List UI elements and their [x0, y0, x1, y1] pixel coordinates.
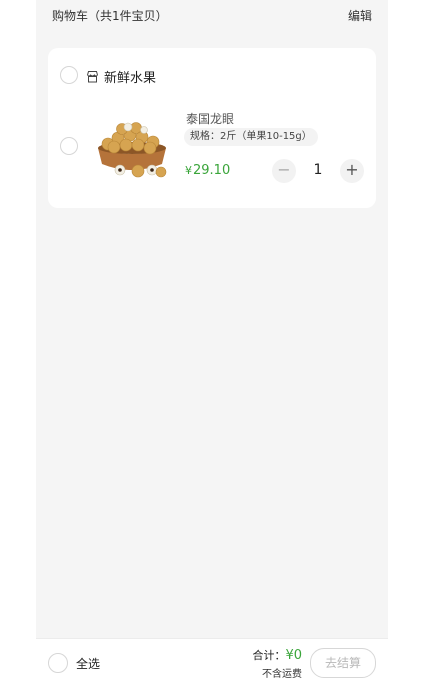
- product-spec[interactable]: 规格：2斤（单果10-15g）: [184, 128, 318, 146]
- product-image[interactable]: [92, 118, 172, 180]
- quantity-value[interactable]: 1: [308, 162, 328, 178]
- checkout-bar: 全选 合计：¥0 不含运费 去结算: [36, 638, 388, 681]
- edit-button[interactable]: 编辑: [348, 7, 372, 24]
- shop-name[interactable]: 新鲜水果: [104, 67, 156, 86]
- cart-header: 购物车（共1件宝贝） 编辑: [36, 0, 388, 30]
- shipping-note: 不含运费: [262, 669, 302, 680]
- total-label: 合计：: [252, 649, 286, 662]
- decrease-button[interactable]: −: [272, 159, 296, 183]
- total-summary: 合计：¥0 不含运费: [252, 647, 302, 680]
- quantity-stepper: − 1 +: [272, 158, 364, 184]
- item-select-radio[interactable]: [60, 137, 78, 155]
- checkout-button[interactable]: 去结算: [310, 648, 376, 678]
- product-name[interactable]: 泰国龙眼: [186, 110, 234, 127]
- cart-title: 购物车（共1件宝贝）: [52, 9, 168, 23]
- shop-select-radio[interactable]: [60, 66, 78, 84]
- select-all-radio[interactable]: [48, 653, 68, 673]
- total-line: 合计：¥0: [252, 647, 302, 663]
- total-value: ¥0: [285, 648, 302, 663]
- product-price: ¥29.10: [185, 163, 230, 178]
- increase-button[interactable]: +: [340, 159, 364, 183]
- cart-page: 购物车（共1件宝贝） 编辑 新鲜水果 泰国龙眼 规格：2斤（单果10-15g） …: [36, 0, 388, 681]
- price-currency: ¥: [185, 164, 192, 177]
- select-all-label[interactable]: 全选: [76, 655, 100, 672]
- shop-card: 新鲜水果 泰国龙眼 规格：2斤（单果10-15g） ¥29.10 − 1 +: [48, 48, 376, 208]
- store-icon: [86, 68, 99, 83]
- price-value: 29.10: [193, 163, 231, 178]
